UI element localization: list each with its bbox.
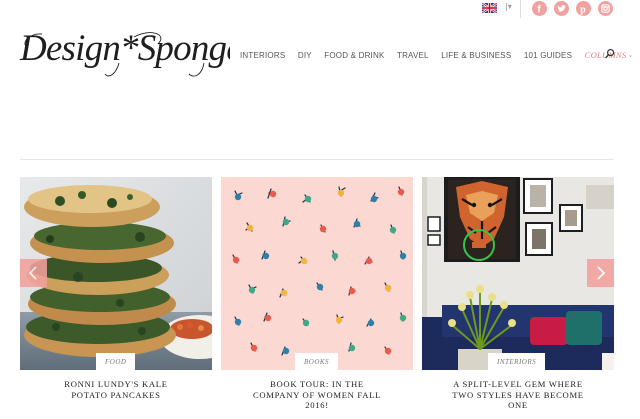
card-title-line[interactable]: 2016! (221, 400, 413, 411)
card-title-line[interactable]: BOOK TOUR: IN THE (221, 379, 413, 390)
card-title-line[interactable]: POTATO PANCAKES (20, 390, 212, 401)
card-title-line[interactable]: COMPANY OF WOMEN FALL (221, 390, 413, 401)
utility-divider (520, 0, 521, 18)
svg-text:p: p (580, 4, 586, 15)
chevron-right-icon (597, 266, 606, 280)
nav-food-drink[interactable]: FOOD & DRINK (324, 51, 384, 60)
nav-diy[interactable]: DIY (298, 51, 312, 60)
facebook-icon[interactable]: f (532, 1, 547, 16)
card-title[interactable]: BOOK TOUR: IN THE COMPANY OF WOMEN FALL … (221, 379, 413, 411)
twitter-icon[interactable] (554, 1, 569, 16)
nav-travel[interactable]: TRAVEL (397, 51, 429, 60)
uk-flag-icon[interactable] (482, 3, 497, 13)
nav-101-guides[interactable]: 101 GUIDES (524, 51, 572, 60)
slider-prev-button[interactable] (20, 259, 47, 287)
category-tag-interiors[interactable]: INTERIORS (488, 353, 546, 371)
slider-next-button[interactable] (587, 259, 614, 287)
chevron-left-icon (28, 266, 37, 280)
card-title[interactable]: RONNI LUNDY'S KALE POTATO PANCAKES (20, 379, 212, 400)
card-title-line[interactable]: RONNI LUNDY'S KALE (20, 379, 212, 390)
card-title-line[interactable]: TWO STYLES HAVE BECOME (422, 390, 614, 401)
header-divider (20, 159, 614, 160)
card-title-line[interactable]: A SPLIT-LEVEL GEM WHERE (422, 379, 614, 390)
card-title-line[interactable]: ONE (422, 400, 614, 411)
language-dropdown-caret[interactable]: |▾ (505, 2, 512, 11)
category-tag-books[interactable]: BOOKS (295, 353, 339, 371)
split-level-interior-image[interactable] (422, 177, 614, 370)
nav-life-business[interactable]: LIFE & BUSINESS (441, 51, 511, 60)
category-tag-food[interactable]: FOOD (96, 353, 136, 371)
company-of-women-illustration[interactable] (221, 177, 413, 370)
card-title[interactable]: A SPLIT-LEVEL GEM WHERE TWO STYLES HAVE … (422, 379, 614, 411)
site-logo[interactable]: Design*Sponge (18, 22, 243, 82)
nav-interiors[interactable]: INTERIORS (240, 51, 285, 60)
search-icon[interactable] (603, 47, 617, 61)
kale-potato-pancakes-image[interactable] (20, 177, 212, 370)
svg-text:f: f (537, 5, 541, 16)
instagram-icon[interactable] (598, 1, 613, 16)
pinterest-icon[interactable]: p (576, 1, 591, 16)
chevron-down-icon: › (626, 54, 635, 58)
logo-text: Design*Sponge (19, 28, 230, 69)
main-nav: INTERIORS DIY FOOD & DRINK TRAVEL LIFE &… (240, 49, 640, 61)
